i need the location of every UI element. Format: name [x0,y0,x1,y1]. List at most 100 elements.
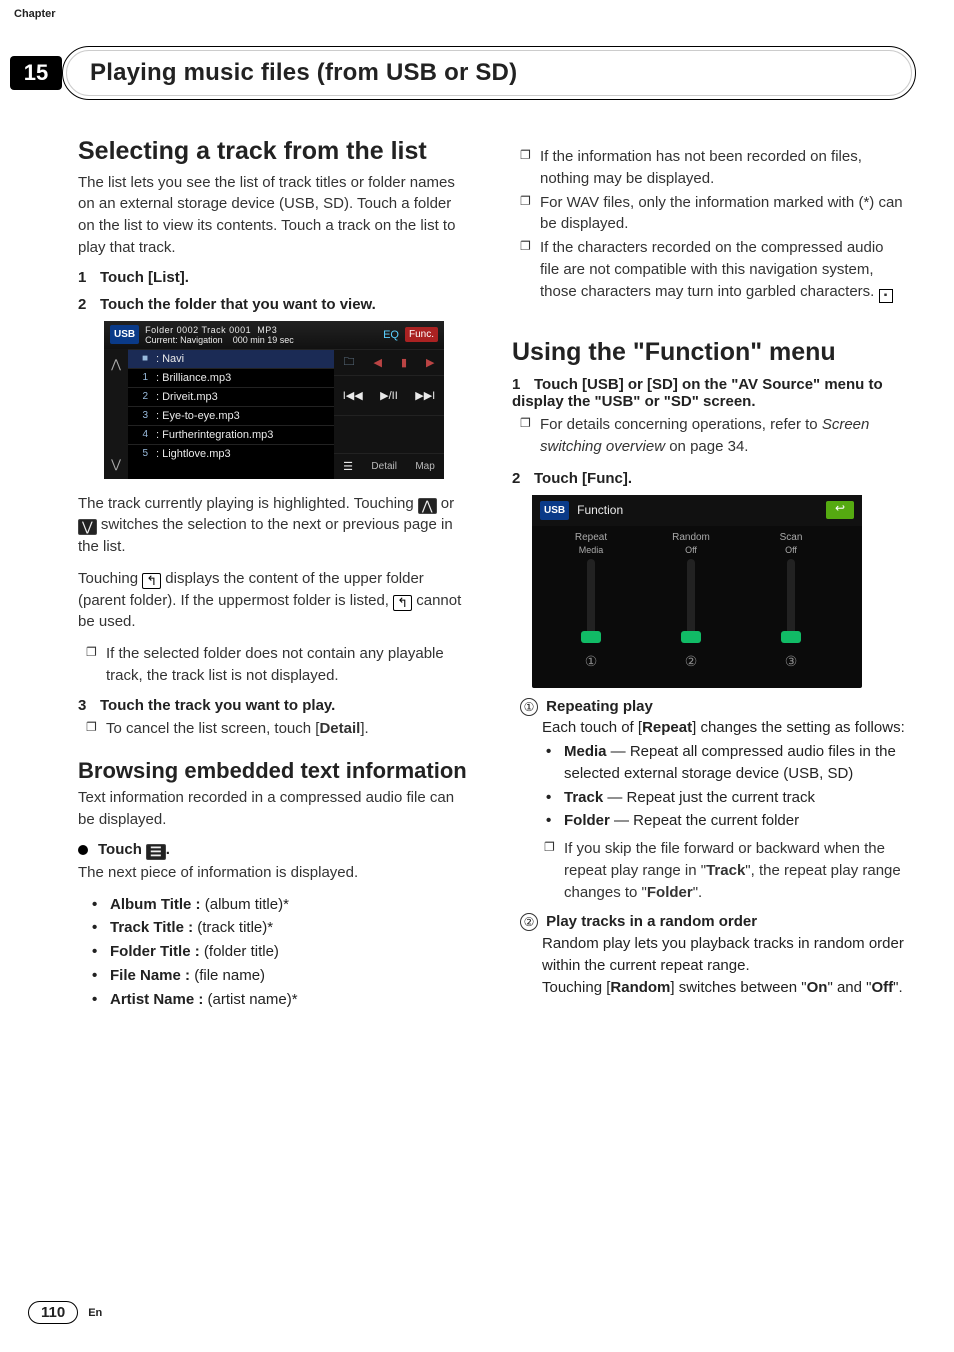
list-item-label: : Navi [156,353,184,365]
info-field: Folder Title : (folder title) [110,941,472,963]
list-item-index: 1 [134,372,148,383]
folder-track-label: Folder 0002 Track 0001 [145,325,251,335]
list-item[interactable]: 4 : Furtherintegration.mp3 [128,425,334,444]
section-browse-text: Browsing embedded text information [78,759,472,783]
folder-up-icon[interactable]: 🗀 [344,353,355,372]
section-browse-intro: Text information recorded in a compresse… [78,787,472,831]
text-info-icon[interactable]: ☰ [343,460,353,473]
function-definitions: ① Repeating play Each touch of [Repeat] … [512,696,906,999]
list-item-label: : Furtherintegration.mp3 [156,429,273,441]
slider-value: Off [685,545,697,555]
list-item-label: : Brilliance.mp3 [156,372,231,384]
folder-icon: ■ [134,353,148,364]
back-button[interactable]: ↩ [826,501,854,519]
page-number: 110 En [28,1301,102,1324]
function-title: Function [577,503,623,517]
func-button[interactable]: Func. [405,327,438,342]
func-step-1: 1Touch [USB] or [SD] on the "AV Source" … [512,376,906,410]
section-select-track: Selecting a track from the list [78,138,472,166]
scroll-down-icon[interactable]: ⋁ [111,457,121,471]
def-body-random2: Touching [Random] switches between "On" … [520,977,906,999]
list-item[interactable]: ■ : Navi [128,349,334,368]
slider-scan[interactable]: Scan Off [756,532,826,639]
scroll-up-icon[interactable]: ⋀ [111,357,121,371]
list-item-index: 2 [134,391,148,402]
slider-label: Repeat [575,532,607,543]
step-1-text: Touch [List]. [100,269,189,286]
usb-badge: USB [110,325,139,344]
menu-icon: ☰ [146,844,166,860]
scroll-strip[interactable]: ⋀ ⋁ [104,349,128,479]
step-3: 3Touch the track you want to play. [78,697,472,714]
eq-button[interactable]: EQ [383,329,399,341]
parent-folder-icon: ↰ [142,573,161,589]
list-item[interactable]: 5 : Lightlove.mp3 [128,444,334,463]
func-step-1-text: Touch [USB] or [SD] on the "AV Source" m… [512,376,883,410]
callout-mark: ① [556,653,626,670]
list-item[interactable]: 1 : Brilliance.mp3 [128,368,334,387]
slider-value: Media [579,545,604,555]
parent-folder-explain: Touching ↰ displays the content of the u… [78,568,472,633]
parent-folder-icon: ↰ [393,595,412,611]
touch-menu-step: Touch ☰. [78,841,472,860]
next-track-icon[interactable]: ▶▶I [415,389,435,402]
list-item-label: : Eye-to-eye.mp3 [156,410,240,422]
content-columns: Selecting a track from the list The list… [0,0,954,1046]
def-body-random: Random play lets you playback tracks in … [520,933,906,977]
info-field: Artist Name : (artist name)* [110,989,472,1011]
note-no-playable: If the selected folder does not contain … [106,643,472,687]
list-item-label: : Driveit.mp3 [156,391,218,403]
func-step-2: 2Touch [Func]. [512,470,906,487]
format-label: MP3 [257,325,277,335]
chapter-number-badge: 15 [10,56,62,90]
map-button[interactable]: Map [415,461,434,472]
detail-button[interactable]: Detail [371,461,397,472]
step-2-text: Touch the folder that you want to view. [100,296,376,313]
info-note: If the characters recorded on the compre… [540,237,906,303]
next-piece-text: The next piece of information is display… [78,862,472,884]
info-note: For WAV files, only the information mark… [540,192,906,236]
current-row: Current: Navigation [145,335,223,345]
prev-track-icon[interactable]: I◀◀ [343,389,363,402]
end-icon: ▪ [879,289,893,303]
page-language: En [88,1307,102,1319]
info-field: Album Title : (album title)* [110,894,472,916]
screenshot-list: USB Folder 0002 Track 0001 MP3 Current: … [104,321,444,479]
callout-mark: ② [656,653,726,670]
next-folder-icon[interactable]: ▶ [426,356,434,369]
note-cancel-list: To cancel the list screen, touch [Detail… [106,718,472,740]
list-item[interactable]: 2 : Driveit.mp3 [128,387,334,406]
time-readout: 000 min 19 sec [233,335,294,345]
folder-flag-icon: ▮ [401,356,407,369]
repeat-skip-note: If you skip the file forward or backward… [564,838,906,903]
chapter-title: Playing music files (from USB or SD) [62,59,517,87]
list-item-index: 4 [134,429,148,440]
slider-random[interactable]: Random Off [656,532,726,639]
list-item-index: 3 [134,410,148,421]
play-pause-icon[interactable]: ▶/II [380,389,398,402]
transport-panel: 🗀 ◀ ▮ ▶ I◀◀ ▶/II ▶▶I ☰ [334,349,444,479]
left-column: Selecting a track from the list The list… [78,130,472,1016]
screenshot-function: USB Function ↩ Repeat Media Random Off [532,495,862,688]
slider-repeat[interactable]: Repeat Media [556,532,626,639]
list-item-label: : Lightlove.mp3 [156,448,231,460]
list-item[interactable]: 3 : Eye-to-eye.mp3 [128,406,334,425]
page-down-icon: ⋁ [78,519,97,535]
repeat-option: Media — Repeat all compressed audio file… [564,741,906,785]
repeat-option: Track — Repeat just the current track [564,787,906,809]
prev-folder-icon[interactable]: ◀ [374,356,382,369]
slider-label: Random [672,532,710,543]
track-list: ■ : Navi 1 : Brilliance.mp3 2 : Driveit.mp… [128,349,334,479]
step-3-text: Touch the track you want to play. [100,697,335,714]
list-item-index: 5 [134,448,148,459]
def-head-random: Play tracks in a random order [546,913,757,930]
chapter-label: Chapter [14,8,56,20]
page-number-value: 110 [28,1301,78,1324]
info-field: File Name : (file name) [110,965,472,987]
section-function-menu: Using the "Function" menu [512,339,906,367]
right-column: If the information has not been recorded… [512,130,906,1016]
repeat-option: Folder — Repeat the current folder [564,810,906,832]
usb-badge: USB [540,501,569,520]
def-body-repeat: Each touch of [Repeat] changes the setti… [520,717,906,739]
func-step-2-text: Touch [Func]. [534,470,632,487]
